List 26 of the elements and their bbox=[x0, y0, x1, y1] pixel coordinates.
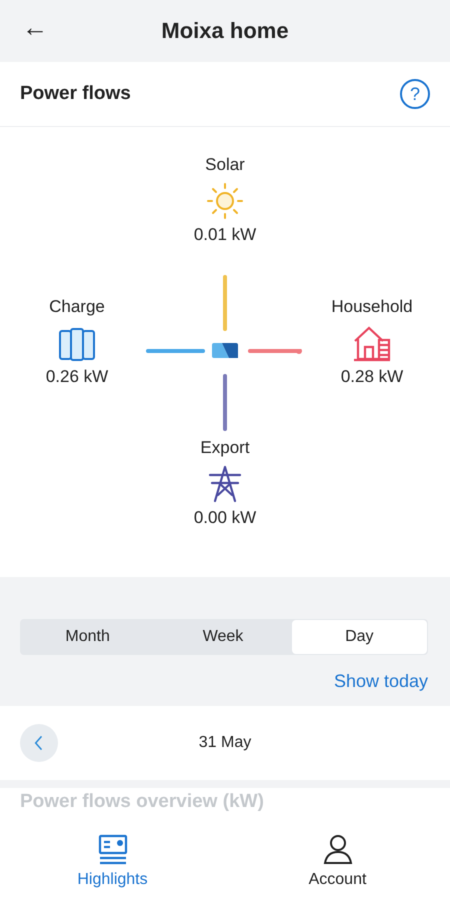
power-value: 0.26 kW bbox=[46, 367, 108, 387]
section-title: Power flows bbox=[20, 83, 131, 105]
show-today-link[interactable]: Show today bbox=[334, 667, 428, 696]
hub-logo-icon bbox=[209, 341, 241, 361]
nav-tab[interactable]: Account bbox=[225, 822, 450, 900]
previous-day-button[interactable] bbox=[20, 724, 58, 762]
back-button[interactable]: ← bbox=[18, 10, 52, 45]
power-value: 0.00 kW bbox=[194, 508, 256, 528]
power-value: 0.28 kW bbox=[340, 367, 404, 387]
date-label: 31 May bbox=[198, 734, 252, 752]
section-title: Power flows overview (kW) bbox=[20, 791, 264, 812]
help-button[interactable]: ? bbox=[400, 79, 430, 109]
person-icon bbox=[322, 833, 354, 865]
screen-title: Moixa home bbox=[161, 18, 289, 44]
chevron-left-icon bbox=[34, 734, 44, 752]
flow-label: Charge bbox=[49, 297, 105, 317]
flow-label: Export bbox=[200, 438, 250, 458]
period-tab[interactable]: Week bbox=[155, 619, 291, 655]
period-tab[interactable]: Month bbox=[20, 619, 156, 655]
sun-icon bbox=[205, 181, 245, 221]
power-value: 0.01 kW bbox=[194, 225, 256, 245]
flow-label: Household bbox=[331, 297, 413, 317]
period-tab[interactable]: Day bbox=[292, 620, 427, 654]
nav-tab[interactable]: Highlights bbox=[0, 822, 225, 900]
flow-label: Solar bbox=[205, 155, 245, 175]
news-card-icon bbox=[96, 833, 128, 865]
